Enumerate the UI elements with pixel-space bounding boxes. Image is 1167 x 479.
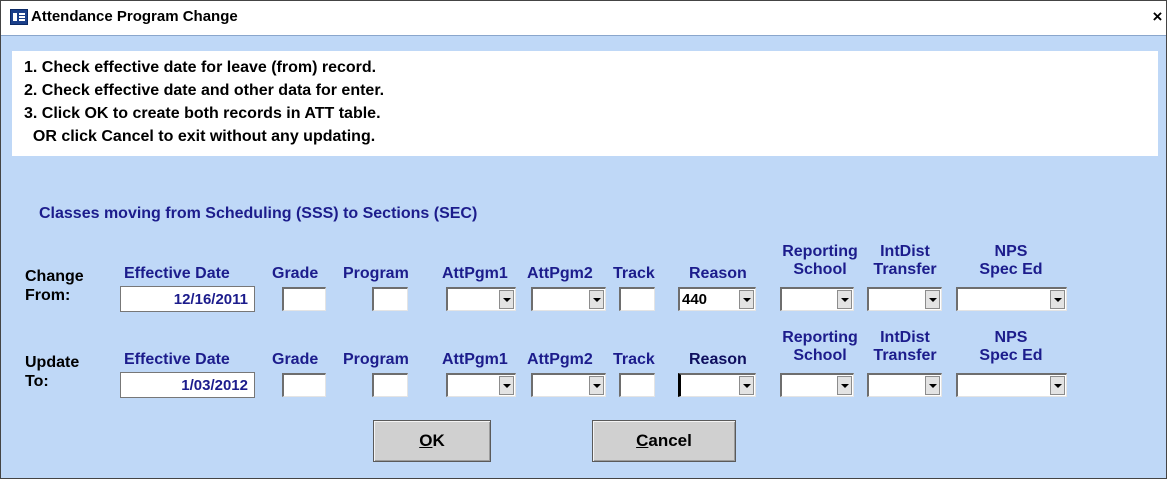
change-from-label: Change From: bbox=[25, 268, 84, 304]
close-icon[interactable]: × bbox=[1149, 8, 1166, 26]
attendance-program-change-dialog: Attendance Program Change × 1. Check eff… bbox=[0, 0, 1167, 479]
effective-date-header: Effective Date bbox=[124, 265, 230, 282]
to-grade-field[interactable] bbox=[282, 373, 326, 397]
instruction-line: OR click Cancel to exit without any upda… bbox=[24, 128, 376, 145]
chevron-down-icon[interactable] bbox=[925, 290, 940, 309]
attpgm1-header: AttPgm1 bbox=[442, 265, 508, 282]
from-attpgm2-combo[interactable] bbox=[531, 287, 606, 311]
chevron-down-icon[interactable] bbox=[837, 376, 852, 395]
grade-header: Grade bbox=[272, 265, 319, 282]
from-grade-field[interactable] bbox=[282, 287, 326, 311]
to-attpgm2-combo[interactable] bbox=[531, 373, 606, 397]
chevron-down-icon[interactable] bbox=[1050, 376, 1065, 395]
title-bar[interactable]: Attendance Program Change × bbox=[1, 1, 1166, 36]
ok-button[interactable]: OK bbox=[373, 420, 491, 462]
chevron-down-icon[interactable] bbox=[589, 376, 604, 395]
from-attpgm1-combo[interactable] bbox=[446, 287, 516, 311]
to-intdist-transfer-combo[interactable] bbox=[867, 373, 942, 397]
window-title: Attendance Program Change bbox=[31, 8, 238, 25]
to-reason-combo[interactable] bbox=[678, 373, 756, 397]
classes-moving-subtitle: Classes moving from Scheduling (SSS) to … bbox=[39, 205, 478, 222]
intdist-transfer-header: IntDist Transfer bbox=[873, 243, 937, 278]
chevron-down-icon[interactable] bbox=[499, 376, 514, 395]
attpgm2-header: AttPgm2 bbox=[527, 351, 593, 368]
track-header: Track bbox=[613, 265, 655, 282]
program-header: Program bbox=[343, 351, 409, 368]
cancel-button[interactable]: Cancel bbox=[592, 420, 736, 462]
reporting-school-header: Reporting School bbox=[782, 329, 858, 364]
from-reason-combo[interactable]: 440 bbox=[678, 287, 756, 311]
reason-header: Reason bbox=[689, 265, 747, 282]
instruction-line: 1. Check effective date for leave (from)… bbox=[24, 59, 377, 76]
chevron-down-icon[interactable] bbox=[837, 290, 852, 309]
to-attpgm1-combo[interactable] bbox=[446, 373, 516, 397]
from-program-field[interactable] bbox=[372, 287, 408, 311]
instruction-line: 2. Check effective date and other data f… bbox=[24, 82, 385, 99]
instruction-line: 3. Click OK to create both records in AT… bbox=[24, 105, 381, 122]
reason-value: 440 bbox=[682, 291, 708, 308]
from-effective-date-field[interactable]: 12/16/2011 bbox=[120, 286, 255, 312]
attpgm1-header: AttPgm1 bbox=[442, 351, 508, 368]
nps-spec-ed-header: NPS Spec Ed bbox=[979, 329, 1043, 364]
update-to-label: Update To: bbox=[25, 354, 80, 390]
intdist-transfer-header: IntDist Transfer bbox=[873, 329, 937, 364]
to-reporting-school-combo[interactable] bbox=[780, 373, 854, 397]
chevron-down-icon[interactable] bbox=[589, 290, 604, 309]
chevron-down-icon[interactable] bbox=[1050, 290, 1065, 309]
from-nps-spec-ed-combo[interactable] bbox=[956, 287, 1067, 311]
program-header: Program bbox=[343, 265, 409, 282]
to-track-field[interactable] bbox=[619, 373, 655, 397]
chevron-down-icon[interactable] bbox=[739, 376, 754, 395]
instructions-panel: 1. Check effective date for leave (from)… bbox=[12, 51, 1158, 156]
chevron-down-icon[interactable] bbox=[499, 290, 514, 309]
grade-header: Grade bbox=[272, 351, 319, 368]
from-reporting-school-combo[interactable] bbox=[780, 287, 854, 311]
to-nps-spec-ed-combo[interactable] bbox=[956, 373, 1067, 397]
from-track-field[interactable] bbox=[619, 287, 655, 311]
chevron-down-icon[interactable] bbox=[925, 376, 940, 395]
reason-header: Reason bbox=[689, 351, 747, 368]
form-icon bbox=[10, 9, 28, 25]
effective-date-header: Effective Date bbox=[124, 351, 230, 368]
from-intdist-transfer-combo[interactable] bbox=[867, 287, 942, 311]
reporting-school-header: Reporting School bbox=[782, 243, 858, 278]
chevron-down-icon[interactable] bbox=[739, 290, 754, 309]
nps-spec-ed-header: NPS Spec Ed bbox=[979, 243, 1043, 278]
to-effective-date-field[interactable]: 1/03/2012 bbox=[120, 372, 255, 398]
attpgm2-header: AttPgm2 bbox=[527, 265, 593, 282]
track-header: Track bbox=[613, 351, 655, 368]
to-program-field[interactable] bbox=[372, 373, 408, 397]
